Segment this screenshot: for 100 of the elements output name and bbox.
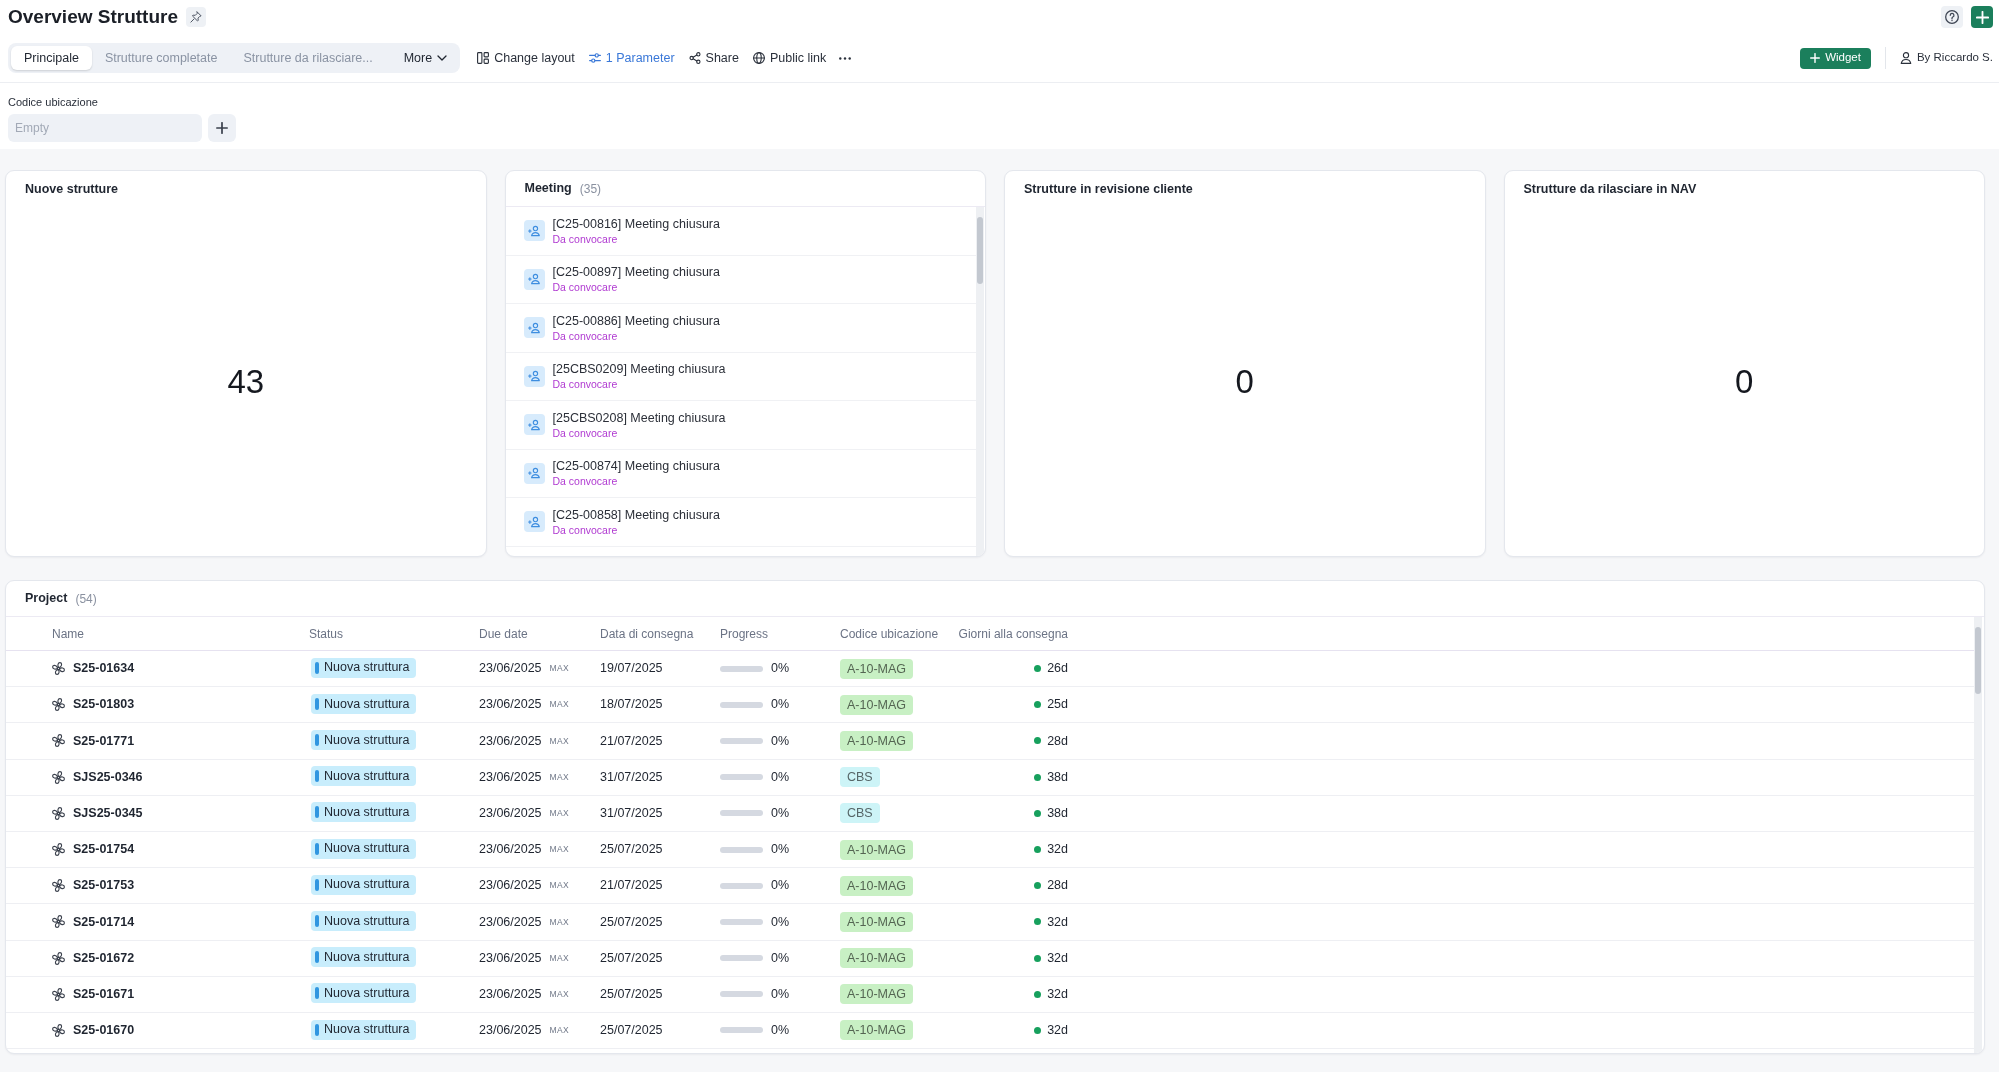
- meeting-list-item[interactable]: [C25-00858] Meeting chiusura Da convocare: [505, 498, 976, 547]
- column-header[interactable]: Data di consegna: [600, 624, 694, 643]
- project-name[interactable]: S25-01753: [73, 876, 135, 896]
- days-remaining-text: 28d: [1047, 877, 1068, 895]
- add-parameter-button[interactable]: [208, 114, 236, 142]
- meeting-title: [C25-00858] Meeting chiusura: [552, 506, 720, 523]
- status-label: Nuova struttura: [324, 985, 410, 1003]
- due-date-text: 23/06/2025: [479, 877, 542, 895]
- column-header[interactable]: Codice ubicazione: [840, 624, 939, 643]
- pin-button[interactable]: [186, 7, 206, 27]
- project-name[interactable]: SJS25-0345: [73, 803, 143, 823]
- scrollbar[interactable]: [976, 207, 984, 556]
- delivery-date-text: 25/07/2025: [600, 950, 663, 965]
- progress-text: 0%: [771, 660, 790, 678]
- meeting-list-item[interactable]: [C25-00816] Meeting chiusura Da convocare: [505, 207, 976, 256]
- project-name[interactable]: S25-01714: [73, 912, 135, 932]
- project-count: (54): [75, 590, 97, 608]
- project-title: Project: [25, 590, 68, 608]
- delivery-date-text: 25/07/2025: [600, 986, 663, 1001]
- meeting-status: Da convocare: [552, 522, 619, 537]
- status-dot-icon: [1034, 701, 1042, 709]
- location-tag: A-10-MAG: [840, 948, 914, 969]
- parameter-label: Codice ubicazione: [8, 95, 98, 109]
- status-dot-icon: [1034, 773, 1042, 781]
- project-name[interactable]: S25-01803: [73, 695, 135, 715]
- meeting-title: [C25-00816] Meeting chiusura: [552, 215, 720, 232]
- due-date-text: 23/06/2025: [479, 660, 542, 678]
- status-dot-icon: [1034, 665, 1042, 673]
- days-remaining-text: 38d: [1047, 768, 1068, 786]
- widget-title: Nuove strutture: [25, 180, 119, 198]
- parameter-field[interactable]: Empty: [8, 114, 202, 142]
- meeting-status: Da convocare: [552, 377, 619, 392]
- tab[interactable]: Principale: [11, 46, 92, 70]
- column-header[interactable]: Status: [309, 624, 344, 643]
- status-indicator-icon: [315, 697, 319, 710]
- due-limit-label: MAX: [549, 734, 569, 748]
- meeting-list-item[interactable]: [25CBS0208] Meeting chiusura Da convocare: [505, 401, 976, 450]
- public-link-button[interactable]: Public link: [747, 46, 832, 70]
- delivery-date-text: 25/07/2025: [600, 1023, 663, 1038]
- project-name[interactable]: S25-01771: [73, 731, 135, 751]
- help-button[interactable]: [1941, 6, 1963, 28]
- fan-icon: [52, 662, 65, 676]
- status-dot-icon: [1034, 846, 1042, 854]
- column-header[interactable]: Progress: [720, 624, 769, 643]
- fan-icon: [52, 879, 65, 893]
- meeting-list-item[interactable]: [25CBS0209] Meeting chiusura Da convocare: [505, 352, 976, 401]
- meeting-title: [C25-00897] Meeting chiusura: [552, 264, 720, 281]
- project-name[interactable]: S25-01634: [73, 659, 135, 678]
- ellipsis-icon: [839, 56, 852, 60]
- plus-icon: [216, 122, 228, 134]
- add-person-icon: [523, 365, 545, 387]
- meeting-status: Da convocare: [552, 474, 619, 489]
- status-dot-icon: [1034, 954, 1042, 962]
- column-header[interactable]: Giorni alla consegna: [958, 624, 1068, 643]
- plus-icon: [1975, 10, 1989, 24]
- meeting-list-item[interactable]: [C25-00874] Meeting chiusura Da convocare: [505, 449, 976, 498]
- days-remaining-text: 32d: [1047, 841, 1068, 859]
- progress-text: 0%: [771, 841, 790, 859]
- add-person-icon: [523, 268, 545, 290]
- status-label: Nuova struttura: [324, 948, 410, 966]
- add-person-icon: [523, 414, 545, 436]
- scrollbar-thumb[interactable]: [1975, 627, 1981, 694]
- help-icon: [1945, 10, 1959, 24]
- location-tag: A-10-MAG: [840, 1020, 914, 1041]
- status-dot-icon: [1034, 990, 1042, 998]
- delivery-date-text: 31/07/2025: [600, 769, 663, 784]
- parameter-button[interactable]: 1 Parameter: [583, 46, 680, 70]
- project-name[interactable]: S25-01670: [73, 1021, 135, 1040]
- meeting-list-item[interactable]: [C25-00886] Meeting chiusura Da convocare: [505, 304, 976, 353]
- meeting-list-item[interactable]: [C25-00897] Meeting chiusura Da convocare: [505, 255, 976, 304]
- location-tag: CBS: [840, 767, 880, 788]
- more-tab[interactable]: More: [393, 46, 458, 70]
- project-name[interactable]: S25-01671: [73, 984, 135, 1004]
- widget-title: Meeting: [524, 180, 572, 198]
- progress-text: 0%: [771, 804, 790, 822]
- column-header[interactable]: Due date: [479, 624, 528, 643]
- delivery-date-text: 25/07/2025: [600, 842, 663, 857]
- status-label: Nuova struttura: [324, 767, 410, 785]
- fan-icon: [52, 806, 65, 820]
- add-widget-button[interactable]: Widget: [1800, 47, 1871, 69]
- project-name[interactable]: SJS25-0346: [73, 767, 143, 787]
- fan-icon: [52, 987, 65, 1001]
- column-header[interactable]: Name: [52, 624, 84, 643]
- meeting-title: [C25-00886] Meeting chiusura: [552, 312, 720, 329]
- due-date-text: 23/06/2025: [479, 913, 542, 931]
- meeting-title: [25CBS0209] Meeting chiusura: [552, 361, 726, 378]
- owner-button[interactable]: By Riccardo S.: [1899, 49, 1993, 67]
- scrollbar[interactable]: [1974, 617, 1982, 1053]
- status-dot-icon: [1034, 918, 1042, 926]
- meeting-status: Da convocare: [552, 328, 619, 343]
- layout-button[interactable]: Change layout: [472, 46, 580, 70]
- scrollbar-thumb[interactable]: [977, 217, 983, 284]
- add-button[interactable]: [1971, 6, 1993, 28]
- project-name[interactable]: S25-01754: [73, 840, 135, 859]
- project-name[interactable]: S25-01672: [73, 948, 135, 968]
- location-tag: A-10-MAG: [840, 658, 914, 679]
- share-button[interactable]: Share: [683, 46, 744, 70]
- add-person-icon: [523, 317, 545, 339]
- page-title: Overview Strutture: [8, 5, 178, 29]
- location-tag: A-10-MAG: [840, 875, 914, 896]
